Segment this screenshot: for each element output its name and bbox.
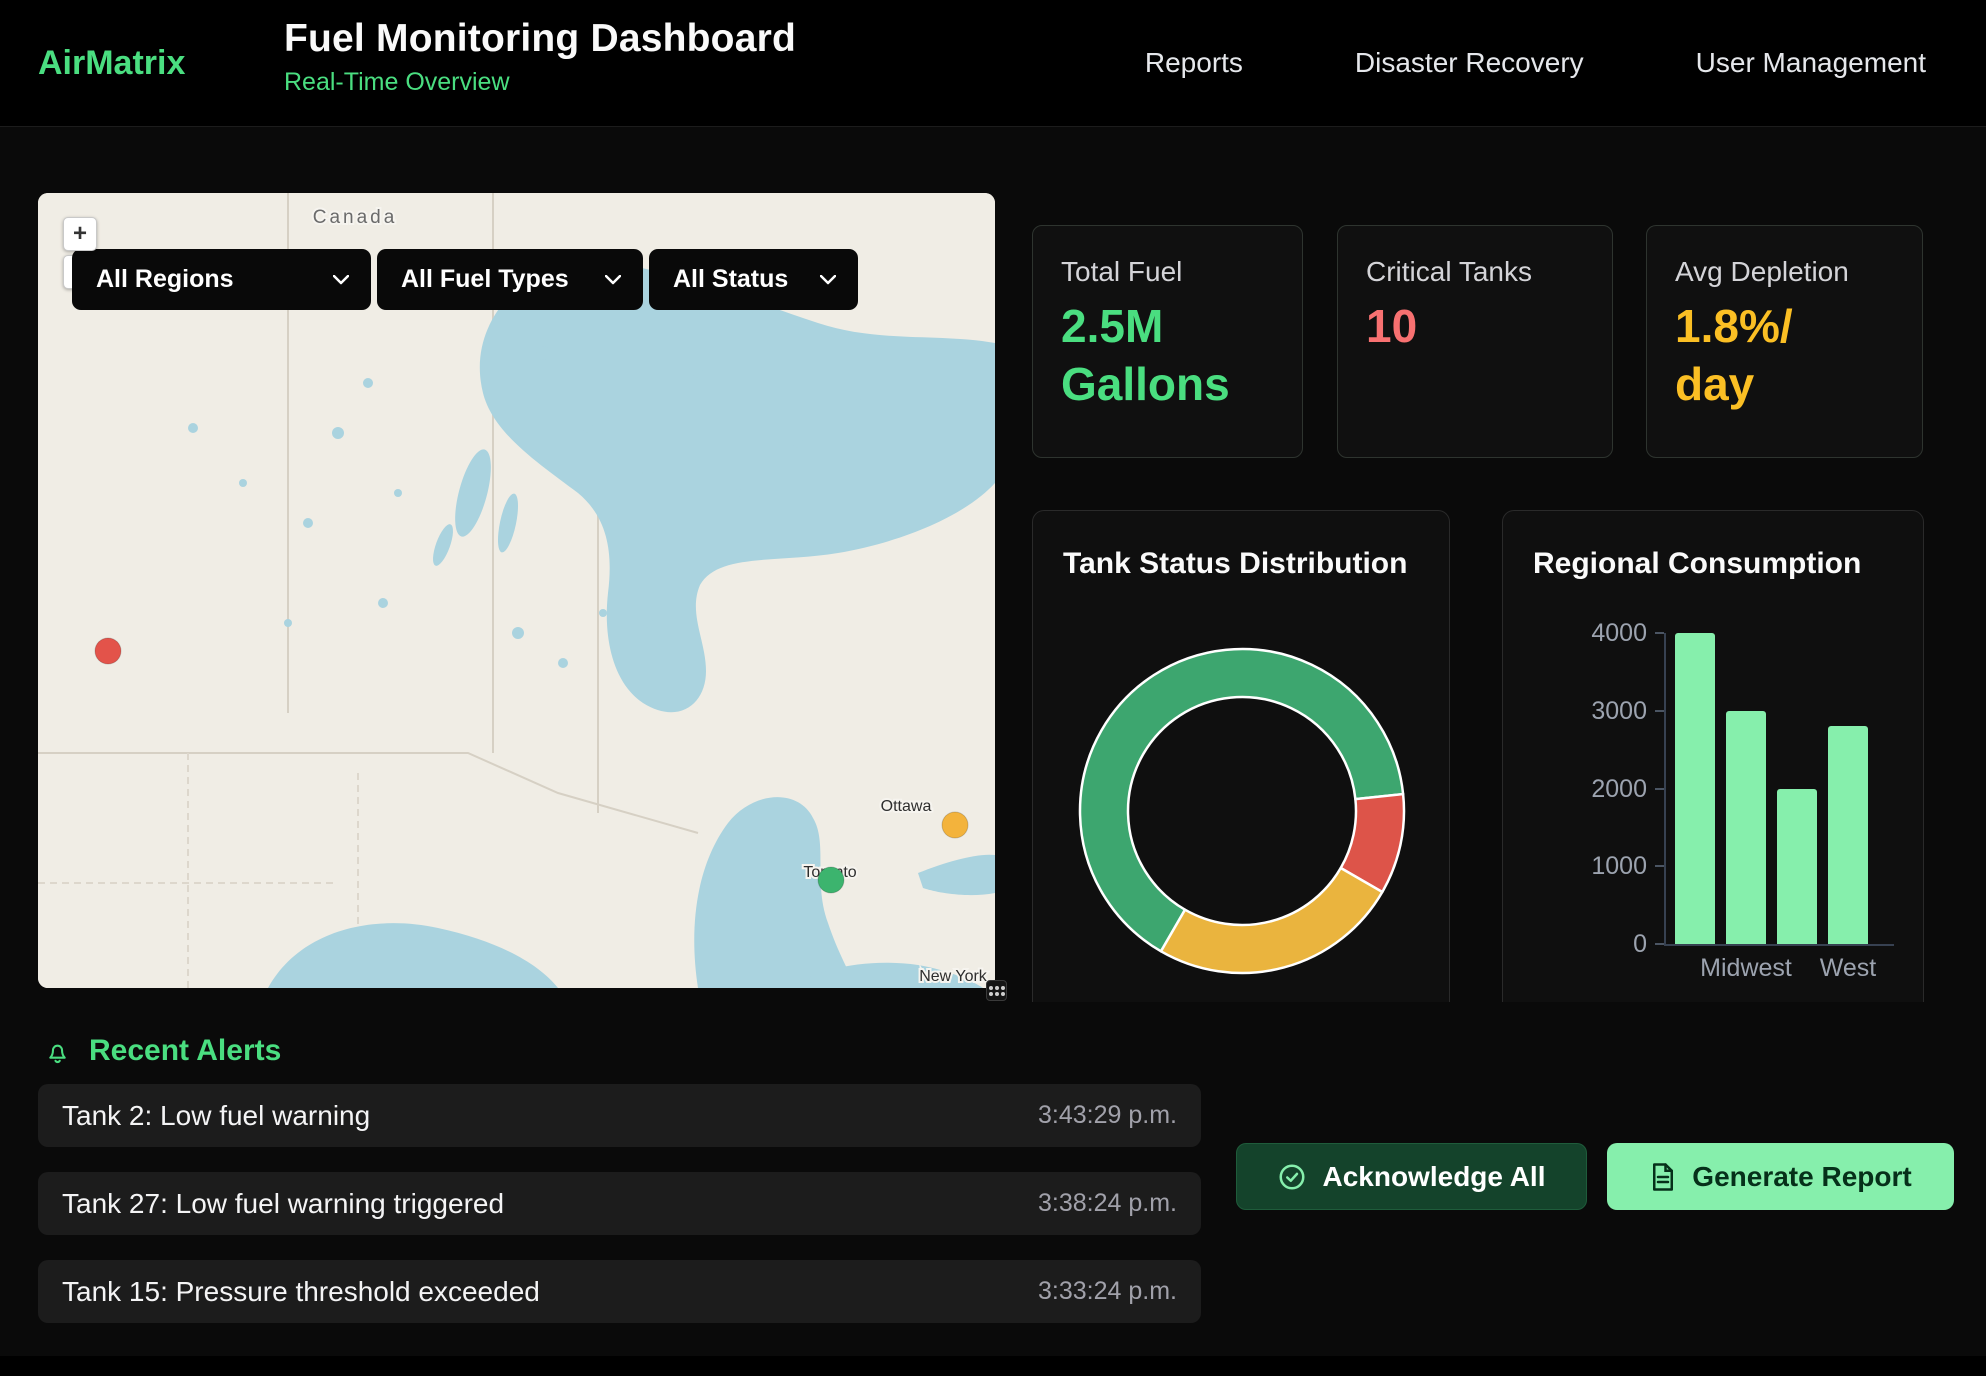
generate-report-button[interactable]: Generate Report	[1607, 1143, 1954, 1210]
map-zoom-in-button[interactable]: +	[63, 217, 97, 251]
alert-row[interactable]: Tank 15: Pressure threshold exceeded 3:3…	[38, 1260, 1201, 1323]
regional-consumption-bar-chart: 01000200030004000MidwestWest	[1503, 511, 1923, 1029]
bar-series-0[interactable]	[1675, 633, 1715, 944]
stat-card-total-fuel: Total Fuel 2.5M Gallons	[1032, 225, 1303, 458]
map-marker-normal[interactable]	[818, 867, 844, 893]
brand-logo[interactable]: AirMatrix	[38, 44, 185, 83]
bar-Midwest[interactable]	[1726, 711, 1766, 944]
alert-time: 3:33:24 p.m.	[1038, 1277, 1177, 1306]
alert-text: Tank 15: Pressure threshold exceeded	[62, 1276, 540, 1308]
stat-label: Critical Tanks	[1366, 256, 1584, 288]
region-filter-dropdown[interactable]: All Regions	[72, 249, 371, 310]
stat-card-avg-depletion: Avg Depletion 1.8%/ day	[1646, 225, 1923, 458]
app-header: AirMatrix Fuel Monitoring Dashboard Real…	[0, 0, 1986, 127]
drag-handle-icon[interactable]	[986, 980, 1007, 1001]
fuel-type-filter-label: All Fuel Types	[401, 265, 569, 294]
generate-report-label: Generate Report	[1692, 1161, 1911, 1193]
bar-ytick-label: 3000	[1533, 696, 1647, 726]
document-icon	[1649, 1162, 1677, 1192]
alert-text: Tank 27: Low fuel warning triggered	[62, 1188, 504, 1220]
page-subtitle: Real-Time Overview	[284, 68, 796, 97]
drag-dots	[995, 986, 999, 990]
page-title: Fuel Monitoring Dashboard	[284, 17, 796, 61]
fuel-type-filter-dropdown[interactable]: All Fuel Types	[377, 249, 643, 310]
acknowledge-all-label: Acknowledge All	[1322, 1161, 1545, 1193]
bar-chart-y-axis	[1664, 633, 1666, 946]
nav-item-disaster-recovery[interactable]: Disaster Recovery	[1355, 47, 1584, 79]
alerts-header: Recent Alerts	[42, 1034, 281, 1068]
zoom-in-icon: +	[73, 220, 87, 248]
bell-icon	[42, 1036, 73, 1067]
alert-row[interactable]: Tank 2: Low fuel warning 3:43:29 p.m.	[38, 1084, 1201, 1147]
alert-time: 3:43:29 p.m.	[1038, 1101, 1177, 1130]
map-label-new-york: New York	[919, 968, 988, 985]
tank-status-card: Tank Status Distribution	[1032, 510, 1450, 1030]
app-root: AirMatrix Fuel Monitoring Dashboard Real…	[0, 0, 1986, 1376]
stat-card-critical-tanks: Critical Tanks 10	[1337, 225, 1613, 458]
map-panel[interactable]: Canada Ottawa Toronto New York − + All R…	[38, 193, 995, 988]
alert-time: 3:38:24 p.m.	[1038, 1189, 1177, 1218]
alert-text: Tank 2: Low fuel warning	[62, 1100, 370, 1132]
map-label-canada: Canada	[313, 207, 398, 228]
bar-West[interactable]	[1828, 726, 1868, 944]
region-filter-label: All Regions	[96, 265, 234, 294]
nav-item-user-management[interactable]: User Management	[1696, 47, 1926, 79]
bar-series-2[interactable]	[1777, 789, 1817, 945]
bar-ytick-mark	[1655, 632, 1664, 634]
alert-row[interactable]: Tank 27: Low fuel warning triggered 3:38…	[38, 1172, 1201, 1235]
bar-ytick-mark	[1655, 943, 1664, 945]
donut-segment-yellow[interactable]	[1161, 868, 1382, 973]
bar-chart-x-axis	[1664, 944, 1894, 946]
map-filter-bar: All Regions All Fuel Types All Status	[72, 249, 858, 310]
bar-ytick-mark	[1655, 788, 1664, 790]
bar-ytick-mark	[1655, 865, 1664, 867]
chevron-down-icon	[820, 275, 836, 285]
bar-ytick-mark	[1655, 710, 1664, 712]
tank-status-donut-chart	[1033, 511, 1451, 1001]
chevron-down-icon	[333, 275, 349, 285]
map-marker-critical[interactable]	[95, 638, 121, 664]
regional-consumption-card: Regional Consumption 01000200030004000Mi…	[1502, 510, 1924, 1030]
bar-ytick-label: 0	[1533, 929, 1647, 959]
check-circle-icon	[1277, 1162, 1307, 1192]
footer-strip	[0, 1356, 1986, 1376]
bar-xtick-label: West	[1788, 954, 1908, 983]
alerts-title: Recent Alerts	[89, 1034, 281, 1068]
bar-ytick-label: 1000	[1533, 851, 1647, 881]
chevron-down-icon	[605, 275, 621, 285]
stat-value: 10	[1366, 298, 1584, 356]
bar-ytick-label: 4000	[1533, 618, 1647, 648]
status-filter-dropdown[interactable]: All Status	[649, 249, 858, 310]
stat-label: Total Fuel	[1061, 256, 1274, 288]
main-nav: Reports Disaster Recovery User Managemen…	[1145, 47, 1926, 79]
stat-value: 2.5M Gallons	[1061, 298, 1274, 413]
stat-value: 1.8%/ day	[1675, 298, 1894, 413]
title-block: Fuel Monitoring Dashboard Real-Time Over…	[284, 17, 796, 97]
recent-alerts-section: Recent Alerts Tank 2: Low fuel warning 3…	[0, 1002, 1986, 1376]
nav-item-reports[interactable]: Reports	[1145, 47, 1243, 79]
bar-ytick-label: 2000	[1533, 774, 1647, 804]
map-canvas[interactable]: Canada Ottawa Toronto New York	[38, 193, 995, 988]
map-label-ottawa: Ottawa	[881, 798, 932, 815]
acknowledge-all-button[interactable]: Acknowledge All	[1236, 1143, 1587, 1210]
stat-label: Avg Depletion	[1675, 256, 1894, 288]
map-marker-warning[interactable]	[942, 812, 968, 838]
status-filter-label: All Status	[673, 265, 788, 294]
